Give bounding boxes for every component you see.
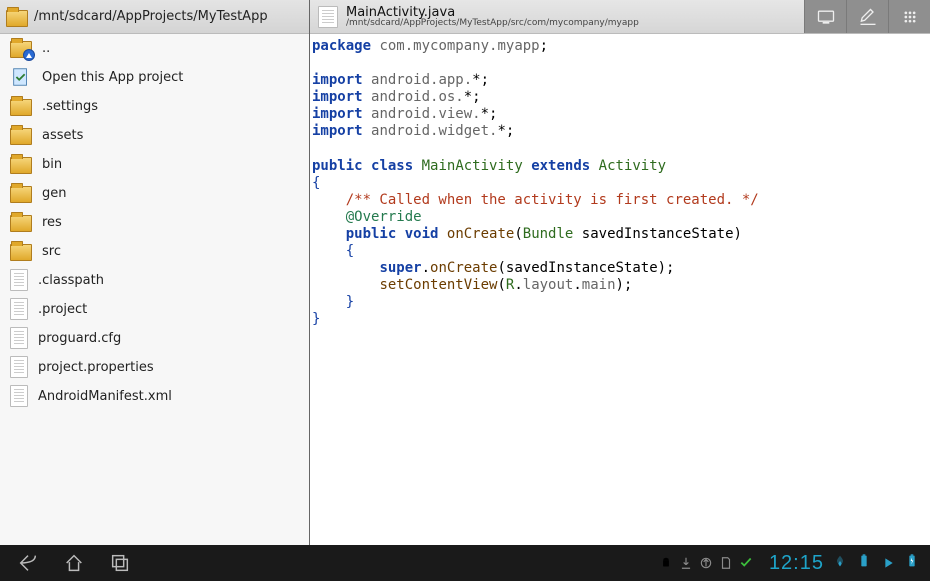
sdcard-icon: [719, 556, 733, 570]
check-icon: [739, 554, 753, 573]
folder-icon: [10, 244, 32, 261]
file-browser-panel: /mnt/sdcard/AppProjects/MyTestApp .. Open…: [0, 0, 310, 545]
usb-icon: [699, 556, 713, 570]
file-item-gen[interactable]: gen: [0, 179, 309, 208]
file-icon: [10, 269, 28, 291]
file-item-label: assets: [42, 128, 83, 143]
file-item--settings[interactable]: .settings: [0, 92, 309, 121]
folder-icon: [10, 128, 32, 145]
file-item-label: .classpath: [38, 273, 104, 288]
menu-button[interactable]: [888, 0, 930, 33]
file-item-bin[interactable]: bin: [0, 150, 309, 179]
file-item-label: ..: [42, 41, 50, 56]
download-icon: [679, 556, 693, 570]
folder-up-icon: [10, 41, 32, 58]
back-button[interactable]: [14, 549, 42, 577]
edit-button[interactable]: [846, 0, 888, 33]
folder-icon: [6, 10, 28, 27]
open-project-icon: [10, 66, 32, 88]
android-icon: [659, 556, 673, 570]
clock: 12:15: [769, 552, 824, 575]
notification-tray[interactable]: [659, 554, 753, 573]
battery-icon: [856, 553, 872, 573]
folder-icon: [10, 99, 32, 116]
code-editor[interactable]: package com.mycompany.myapp; import andr…: [310, 34, 930, 545]
run-button[interactable]: [804, 0, 846, 33]
editor-panel: MainActivity.java /mnt/sdcard/AppProject…: [310, 0, 930, 545]
file-icon: [10, 327, 28, 349]
editor-tab[interactable]: MainActivity.java /mnt/sdcard/AppProject…: [310, 0, 804, 33]
file-item-open-this-app-project[interactable]: Open this App project: [0, 63, 309, 92]
file-item-androidmanifest-xml[interactable]: AndroidManifest.xml: [0, 382, 309, 411]
tab-filepath: /mnt/sdcard/AppProjects/MyTestApp/src/co…: [346, 19, 639, 28]
recent-apps-button[interactable]: [106, 549, 134, 577]
battery-charging-icon: [904, 553, 920, 573]
editor-header: MainActivity.java /mnt/sdcard/AppProject…: [310, 0, 930, 34]
file-item-label: project.properties: [38, 360, 154, 375]
file-item-label: AndroidManifest.xml: [38, 389, 172, 404]
file-item-src[interactable]: src: [0, 237, 309, 266]
folder-icon: [10, 157, 32, 174]
home-button[interactable]: [60, 549, 88, 577]
file-item-label: Open this App project: [42, 70, 183, 85]
file-browser-path-bar[interactable]: /mnt/sdcard/AppProjects/MyTestApp: [0, 0, 309, 34]
file-item-project-properties[interactable]: project.properties: [0, 353, 309, 382]
wifi-icon: [832, 553, 848, 573]
file-item-label: .settings: [42, 99, 98, 114]
file-item-label: src: [42, 244, 61, 259]
file-icon: [10, 298, 28, 320]
folder-icon: [10, 186, 32, 203]
file-item--project[interactable]: .project: [0, 295, 309, 324]
system-bar: 12:15: [0, 545, 930, 581]
file-item-label: proguard.cfg: [38, 331, 121, 346]
file-item-label: res: [42, 215, 62, 230]
status-tray[interactable]: 12:15: [759, 552, 930, 575]
file-item-label: .project: [38, 302, 87, 317]
file-icon: [10, 356, 28, 378]
file-item--classpath[interactable]: .classpath: [0, 266, 309, 295]
folder-icon: [10, 215, 32, 232]
file-icon: [10, 385, 28, 407]
file-item-label: gen: [42, 186, 67, 201]
document-icon: [318, 6, 338, 28]
file-item--[interactable]: ..: [0, 34, 309, 63]
file-item-proguard-cfg[interactable]: proguard.cfg: [0, 324, 309, 353]
file-item-assets[interactable]: assets: [0, 121, 309, 150]
file-item-label: bin: [42, 157, 62, 172]
file-list: .. Open this App project .settings assets bi…: [0, 34, 309, 545]
current-path: /mnt/sdcard/AppProjects/MyTestApp: [34, 9, 268, 24]
play-icon: [880, 555, 896, 571]
file-item-res[interactable]: res: [0, 208, 309, 237]
editor-toolbar: [804, 0, 930, 33]
tab-filename: MainActivity.java: [346, 6, 639, 19]
